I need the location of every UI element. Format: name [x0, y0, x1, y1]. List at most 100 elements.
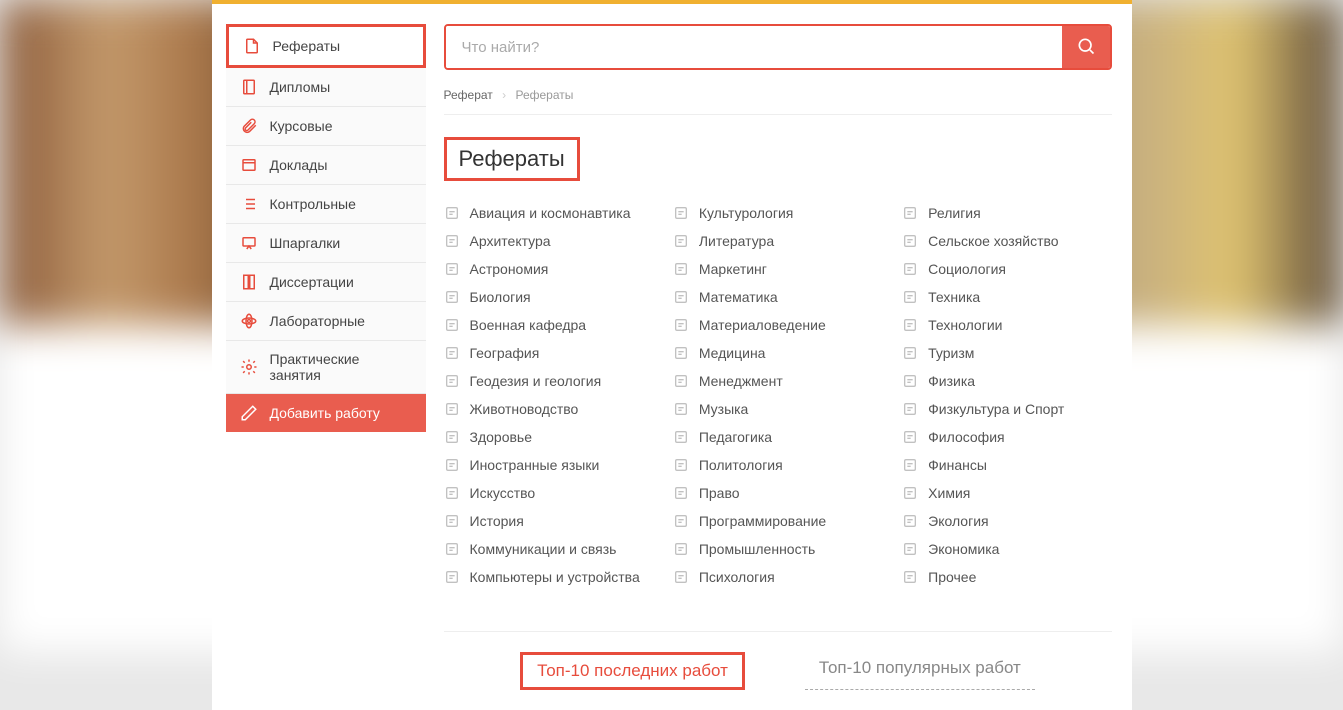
gear-icon — [240, 358, 258, 376]
category-label: Техника — [928, 289, 980, 305]
sidebar-item-prakticheskie[interactable]: Практические занятия — [226, 341, 426, 394]
category-link[interactable]: Химия — [902, 479, 1111, 507]
categories-grid: Авиация и космонавтика АрхитектураАстроно… — [444, 199, 1112, 591]
sidebar-item-laboratornye[interactable]: Лабораторные — [226, 302, 426, 341]
category-label: Сельское хозяйство — [928, 233, 1058, 249]
category-icon — [673, 429, 689, 445]
category-icon — [902, 513, 918, 529]
category-link[interactable]: Военная кафедра — [444, 311, 653, 339]
category-link[interactable]: Культурология — [673, 199, 882, 227]
category-link[interactable]: Геодезия и геология — [444, 367, 653, 395]
category-link[interactable]: Программирование — [673, 507, 882, 535]
category-link[interactable]: Экология — [902, 507, 1111, 535]
search-input[interactable] — [446, 26, 1062, 68]
category-label: Литература — [699, 233, 774, 249]
category-link[interactable]: Литература — [673, 227, 882, 255]
category-icon — [444, 289, 460, 305]
category-icon — [902, 233, 918, 249]
search-button[interactable] — [1062, 26, 1110, 68]
category-link[interactable]: Промышленность — [673, 535, 882, 563]
category-link[interactable]: Физика — [902, 367, 1111, 395]
atom-icon — [240, 312, 258, 330]
category-link[interactable]: Политология — [673, 451, 882, 479]
breadcrumb-root[interactable]: Реферат — [444, 88, 493, 102]
category-link[interactable]: Физкультура и Спорт — [902, 395, 1111, 423]
category-link[interactable]: Здоровье — [444, 423, 653, 451]
category-link[interactable]: Педагогика — [673, 423, 882, 451]
category-icon — [902, 485, 918, 501]
category-label: Право — [699, 485, 740, 501]
category-link[interactable]: Сельское хозяйство — [902, 227, 1111, 255]
sidebar-item-kursovye[interactable]: Курсовые — [226, 107, 426, 146]
category-link[interactable]: Право — [673, 479, 882, 507]
list-icon — [240, 195, 258, 213]
category-icon — [444, 513, 460, 529]
category-icon — [673, 401, 689, 417]
category-link[interactable]: Финансы — [902, 451, 1111, 479]
category-column-1: Авиация и космонавтика АрхитектураАстроно… — [444, 199, 653, 591]
category-icon — [444, 345, 460, 361]
category-icon — [444, 541, 460, 557]
category-icon — [444, 401, 460, 417]
category-label: Культурология — [699, 205, 794, 221]
sidebar: Рефераты Дипломы Курсовые Доклады Контро… — [226, 24, 426, 690]
category-label: Прочее — [928, 569, 976, 585]
category-icon — [444, 457, 460, 473]
category-link[interactable]: Авиация и космонавтика — [444, 199, 653, 227]
category-link[interactable]: Иностранные языки — [444, 451, 653, 479]
category-link[interactable]: Менеджмент — [673, 367, 882, 395]
sidebar-item-doklady[interactable]: Доклады — [226, 146, 426, 185]
category-link[interactable]: История — [444, 507, 653, 535]
category-link[interactable]: Туризм — [902, 339, 1111, 367]
category-icon — [673, 373, 689, 389]
category-link[interactable]: Астрономия — [444, 255, 653, 283]
category-link[interactable]: Технологии — [902, 311, 1111, 339]
category-link[interactable]: Психология — [673, 563, 882, 591]
category-label: Менеджмент — [699, 373, 783, 389]
category-link[interactable]: Архитектура — [444, 227, 653, 255]
category-link[interactable]: Социология — [902, 255, 1111, 283]
category-icon — [902, 569, 918, 585]
category-label: Искусство — [470, 485, 536, 501]
category-icon — [673, 569, 689, 585]
category-link[interactable]: Компьютеры и устройства — [444, 563, 653, 591]
category-link[interactable]: Математика — [673, 283, 882, 311]
breadcrumb-current: Рефераты — [515, 88, 573, 102]
sidebar-item-dissertacii[interactable]: Диссертации — [226, 263, 426, 302]
category-link[interactable]: Философия — [902, 423, 1111, 451]
category-link[interactable]: Коммуникации и связь — [444, 535, 653, 563]
category-icon — [673, 513, 689, 529]
sidebar-item-label: Курсовые — [270, 118, 333, 134]
category-label: Военная кафедра — [470, 317, 587, 333]
sidebar-item-label: Доклады — [270, 157, 328, 173]
category-label: Экология — [928, 513, 988, 529]
category-link[interactable]: Экономика — [902, 535, 1111, 563]
category-icon — [673, 205, 689, 221]
category-icon — [902, 457, 918, 473]
category-link[interactable]: География — [444, 339, 653, 367]
category-link[interactable]: Материаловедение — [673, 311, 882, 339]
category-link[interactable]: Животноводство — [444, 395, 653, 423]
category-label: Педагогика — [699, 429, 772, 445]
sidebar-item-shpargalki[interactable]: Шпаргалки — [226, 224, 426, 263]
sidebar-item-label: Практические занятия — [270, 351, 412, 383]
category-link[interactable]: Религия — [902, 199, 1111, 227]
category-link[interactable]: Техника — [902, 283, 1111, 311]
tab-popular[interactable]: Топ-10 популярных работ — [805, 652, 1035, 690]
sidebar-item-referaty[interactable]: Рефераты — [226, 24, 426, 68]
category-label: Программирование — [699, 513, 826, 529]
category-label: Иностранные языки — [470, 457, 600, 473]
category-link[interactable]: Медицина — [673, 339, 882, 367]
tab-recent[interactable]: Топ-10 последних работ — [520, 652, 745, 690]
bookmark-icon — [240, 273, 258, 291]
category-link[interactable]: Музыка — [673, 395, 882, 423]
pencil-icon — [240, 404, 258, 422]
add-work-button[interactable]: Добавить работу — [226, 394, 426, 432]
category-link[interactable]: Биология — [444, 283, 653, 311]
sidebar-item-diplomy[interactable]: Дипломы — [226, 68, 426, 107]
category-link[interactable]: Искусство — [444, 479, 653, 507]
category-label: Авиация и космонавтика — [470, 205, 631, 221]
sidebar-item-kontrolnye[interactable]: Контрольные — [226, 185, 426, 224]
category-link[interactable]: Прочее — [902, 563, 1111, 591]
category-link[interactable]: Маркетинг — [673, 255, 882, 283]
